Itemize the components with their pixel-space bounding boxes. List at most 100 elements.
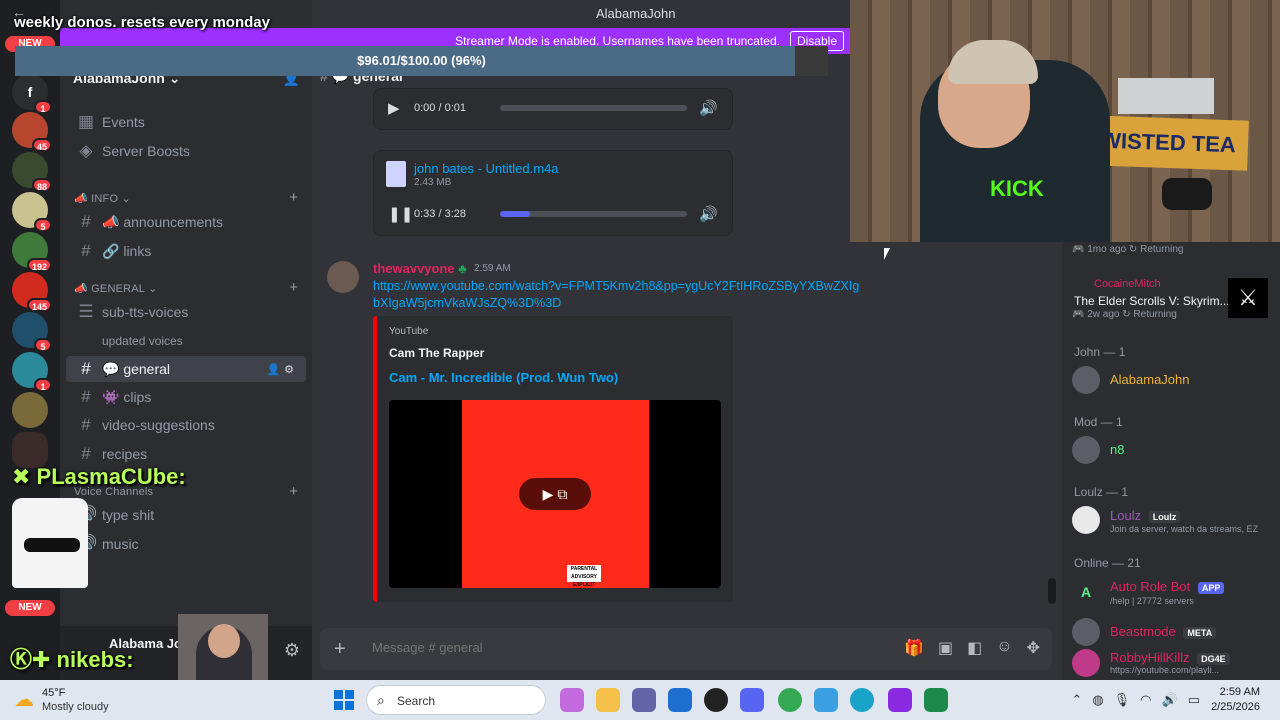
- server-icon[interactable]: [12, 432, 48, 468]
- weather-temp[interactable]: 45°F: [42, 687, 65, 699]
- channel-links[interactable]: # 🔗 links: [66, 238, 306, 264]
- start-button[interactable]: [334, 690, 354, 710]
- channel-sub-tts-voices[interactable]: ☰ sub-tts-voices: [66, 299, 306, 325]
- message-author-label: thewavvyone: [373, 261, 455, 276]
- server-icon[interactable]: 88: [12, 152, 52, 192]
- scrollbar[interactable]: [1048, 578, 1056, 604]
- activity-user[interactable]: CocaineMitch: [1094, 278, 1161, 290]
- audio-seek-bar[interactable]: [500, 211, 688, 217]
- server-icon[interactable]: 1: [12, 352, 52, 392]
- taskbar-search[interactable]: ⌕ Search: [366, 685, 546, 715]
- pause-icon[interactable]: ❚❚: [388, 205, 413, 223]
- channel-general[interactable]: # 💬 general 👤⚙: [66, 356, 306, 382]
- taskbar-app-discord[interactable]: [740, 688, 764, 712]
- taskbar-app-store[interactable]: [668, 688, 692, 712]
- volume-icon[interactable]: 🔊: [699, 99, 718, 117]
- audio-attachment: john bates - Untitled.m4a 2.43 MB ❚❚ 0:3…: [373, 150, 733, 236]
- clock-time[interactable]: 2:59 AM: [1220, 686, 1260, 698]
- chevron-up-icon[interactable]: ⌃: [1071, 692, 1082, 708]
- gear-icon[interactable]: ⚙: [284, 640, 300, 661]
- member-name-label: RobbyHillKillz: [1110, 650, 1190, 665]
- stream-chat-username: PLasmaCUbe:: [36, 464, 186, 489]
- audio-seek-bar[interactable]: [500, 105, 688, 111]
- guild-tag: DG4E: [1197, 652, 1230, 665]
- taskbar-app-copilot[interactable]: [560, 688, 584, 712]
- webcam-overlay: WISTED TEA KICK: [850, 0, 1280, 242]
- taskbar-app-edge[interactable]: [850, 688, 874, 712]
- clock-date[interactable]: 2/25/2026: [1211, 701, 1260, 713]
- apps-icon[interactable]: ✥: [1027, 638, 1040, 658]
- thread-updated-voices[interactable]: updated voices: [66, 328, 306, 354]
- channel-announcements[interactable]: # 📣 announcements: [66, 209, 306, 235]
- play-icon[interactable]: ▶: [388, 99, 408, 117]
- battery-icon[interactable]: ▭: [1188, 692, 1200, 708]
- channel-video-suggestions[interactable]: # video-suggestions: [66, 412, 306, 438]
- hash-icon: #: [81, 359, 91, 378]
- server-icon[interactable]: 45: [12, 112, 52, 152]
- server-boosts-item[interactable]: ◈ Server Boosts: [66, 138, 306, 164]
- network-icon[interactable]: ◍: [1092, 692, 1103, 708]
- message-link[interactable]: https://www.youtube.com/watch?v=FPMT5Kmv…: [373, 278, 863, 312]
- member-name-label: Loulz: [1110, 508, 1142, 523]
- channel-settings-icons[interactable]: 👤⚙: [266, 363, 298, 376]
- gift-icon[interactable]: 🎁: [904, 638, 924, 658]
- member-item[interactable]: n8: [1072, 436, 1272, 470]
- boost-icon: ◈: [79, 141, 93, 160]
- embed-video[interactable]: ▶ ⧉ PARENTAL ADVISORY EXPLICIT CONTENT: [389, 400, 721, 588]
- server-icon[interactable]: 5: [12, 192, 52, 232]
- avatar[interactable]: [327, 261, 359, 293]
- server-icon[interactable]: 145: [12, 272, 52, 312]
- member-item[interactable]: Beastmode META: [1072, 618, 1272, 652]
- message-input[interactable]: [372, 640, 852, 655]
- taskbar-app-media[interactable]: [888, 688, 912, 712]
- volume-icon[interactable]: 🔊: [699, 205, 718, 223]
- member-name: Loulz Loulz: [1110, 508, 1181, 523]
- play-video-icon[interactable]: ▶ ⧉: [519, 478, 591, 510]
- member-name-label: Auto Role Bot: [1110, 579, 1191, 594]
- embed-title[interactable]: Cam - Mr. Incredible (Prod. Wun Two): [389, 370, 618, 385]
- sticker-icon[interactable]: ◧: [967, 638, 982, 658]
- server-icon[interactable]: 5: [12, 312, 52, 352]
- embed-author[interactable]: Cam The Rapper: [389, 346, 484, 360]
- server-icon[interactable]: [12, 392, 48, 428]
- weather-icon: ☁: [14, 689, 34, 711]
- microphone-icon[interactable]: 🎙: [1114, 692, 1131, 708]
- audio-time: 0:00 / 0:01: [414, 102, 466, 114]
- taskbar-app-photos[interactable]: [814, 688, 838, 712]
- server-icon[interactable]: 192: [12, 232, 52, 272]
- add-channel-icon[interactable]: +: [289, 483, 298, 500]
- stream-chat-username: nikebs:: [56, 647, 134, 672]
- member-name: AlabamaJohn: [1110, 372, 1190, 387]
- add-channel-icon[interactable]: +: [289, 189, 298, 206]
- events-item[interactable]: ▦ Events: [66, 109, 306, 135]
- category-info[interactable]: 📣 INFO ⌄: [74, 192, 131, 205]
- taskbar-app-teams[interactable]: [632, 688, 656, 712]
- member-item[interactable]: RobbyHillKillz DG4E https://youtube.com/…: [1072, 649, 1272, 683]
- taskbar-app-chrome[interactable]: [778, 688, 802, 712]
- channel-clips[interactable]: # 👾 clips: [66, 384, 306, 410]
- file-name-link[interactable]: john bates - Untitled.m4a: [414, 161, 559, 176]
- voice-music[interactable]: 🔊music: [66, 531, 306, 557]
- member-item[interactable]: A Auto Role Bot APP /help | 27772 server…: [1072, 578, 1272, 612]
- volume-icon[interactable]: 🔊: [1162, 692, 1178, 708]
- channel-sidebar: AlabamaJohn ⌄ 👤 ▦ Events ◈ Server Boosts 📣…: [60, 0, 312, 680]
- gif-icon[interactable]: ▣: [938, 638, 953, 658]
- message-timestamp: 2:59 AM: [474, 263, 511, 274]
- message-author[interactable]: thewavvyone ♣: [373, 261, 467, 276]
- taskbar-app-obs[interactable]: [704, 688, 728, 712]
- wifi-icon[interactable]: ◠: [1140, 692, 1151, 708]
- voice-type-shit[interactable]: 🔊type shit: [66, 502, 306, 528]
- forum-icon: ☰: [78, 302, 94, 321]
- emoji-icon[interactable]: ☺: [996, 638, 1012, 658]
- member-item[interactable]: Loulz Loulz Join da server, watch da str…: [1072, 506, 1272, 540]
- member-item[interactable]: AlabamaJohn: [1072, 366, 1272, 400]
- add-attachment-icon[interactable]: +: [334, 638, 346, 661]
- taskbar-app-excel[interactable]: [924, 688, 948, 712]
- category-general[interactable]: 📣 GENERAL ⌄: [74, 282, 157, 295]
- megaphone-icon: 📣: [102, 213, 124, 230]
- audio-seek-fill: [500, 211, 530, 217]
- taskbar-app-file-explorer[interactable]: [596, 688, 620, 712]
- server-icon[interactable]: f1: [12, 74, 52, 114]
- weather-desc[interactable]: Mostly cloudy: [42, 701, 109, 713]
- add-channel-icon[interactable]: +: [289, 279, 298, 296]
